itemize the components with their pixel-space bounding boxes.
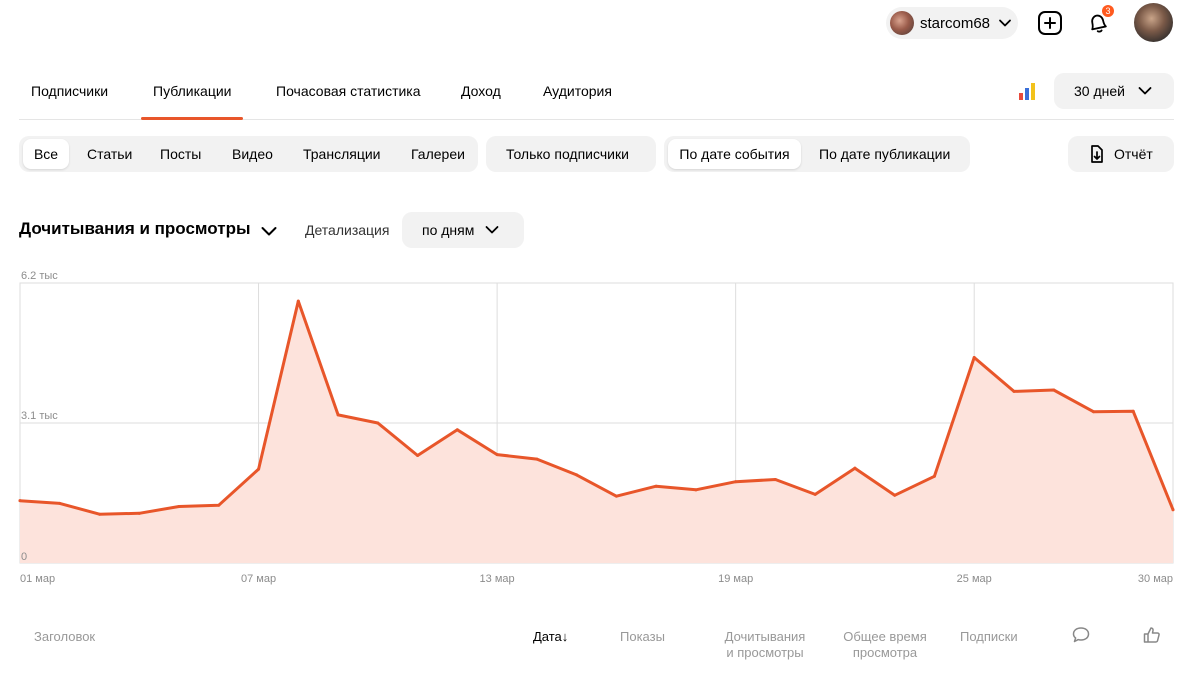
column-title[interactable]: Заголовок <box>34 629 95 645</box>
mini-avatar <box>890 11 914 35</box>
x-tick-label: 19 мар <box>718 573 753 585</box>
period-label: 30 дней <box>1074 83 1125 99</box>
filter-videos[interactable]: Видео <box>232 139 273 169</box>
column-view-time[interactable]: Общее время просмотра <box>830 629 940 661</box>
column-time-line2: просмотра <box>852 645 918 660</box>
data-point[interactable] <box>1052 388 1056 392</box>
content-type-filter: Все Статьи Посты Видео Трансляции Галере… <box>19 136 478 172</box>
views-chart: 0 3.1 тыс 6.2 тыс 01 мар 07 мар 13 мар 19 мар… <box>18 270 1175 585</box>
filter-streams[interactable]: Трансляции <box>303 139 380 169</box>
create-button[interactable] <box>1037 10 1063 36</box>
detail-select[interactable]: по дням <box>402 212 524 248</box>
date-mode-event[interactable]: По дате события <box>668 139 801 169</box>
filter-all[interactable]: Все <box>23 139 69 169</box>
data-point[interactable] <box>932 474 936 478</box>
main-tabs: Подписчики Публикации Почасовая статисти… <box>19 72 1174 120</box>
data-point[interactable] <box>1012 389 1016 393</box>
chevron-down-icon <box>1138 87 1152 95</box>
data-point[interactable] <box>58 501 62 505</box>
data-point[interactable] <box>654 484 658 488</box>
tab-audience[interactable]: Аудитория <box>543 72 612 120</box>
notification-badge: 3 <box>1102 5 1114 17</box>
subscribers-only-label: Только подписчики <box>506 146 629 162</box>
data-point[interactable] <box>336 413 340 417</box>
chart-area <box>20 301 1173 563</box>
profile-avatar[interactable] <box>1134 3 1173 42</box>
comment-icon[interactable] <box>1071 625 1091 645</box>
data-point[interactable] <box>376 421 380 425</box>
x-tick-label: 07 мар <box>241 573 276 585</box>
x-tick-label: 01 мар <box>20 573 55 585</box>
filter-galleries[interactable]: Галереи <box>411 139 465 169</box>
data-point[interactable] <box>177 505 181 509</box>
data-point[interactable] <box>972 356 976 360</box>
column-reads[interactable]: Дочитывания и просмотры <box>710 629 820 661</box>
report-button[interactable]: Отчёт <box>1068 136 1174 172</box>
data-point[interactable] <box>296 299 300 303</box>
data-point[interactable] <box>575 473 579 477</box>
tab-publications[interactable]: Публикации <box>140 72 245 120</box>
data-point[interactable] <box>535 457 539 461</box>
detail-label: Детализация <box>305 222 390 238</box>
period-select[interactable]: 30 дней <box>1054 73 1174 109</box>
data-point[interactable] <box>137 511 141 515</box>
tab-income[interactable]: Доход <box>461 72 501 120</box>
data-point[interactable] <box>18 499 22 503</box>
column-reads-line1: Дочитывания <box>724 629 806 644</box>
top-bar: starcom68 3 <box>0 0 1197 50</box>
data-point[interactable] <box>694 488 698 492</box>
account-switcher[interactable]: starcom68 <box>886 7 1018 39</box>
column-reads-line2: и просмотры <box>726 645 804 660</box>
chevron-down-icon[interactable] <box>260 222 278 240</box>
y-tick-label: 6.2 тыс <box>21 270 58 282</box>
sort-arrow-icon: ↓ <box>561 629 569 644</box>
x-axis-labels: 01 мар 07 мар 13 мар 19 мар 25 мар 30 мар <box>20 573 1173 585</box>
detail-value: по дням <box>422 222 475 238</box>
plus-square-icon <box>1038 11 1062 35</box>
data-point[interactable] <box>614 494 618 498</box>
data-point[interactable] <box>1171 508 1175 512</box>
data-point[interactable] <box>773 477 777 481</box>
account-name: starcom68 <box>920 14 991 32</box>
data-point[interactable] <box>455 428 459 432</box>
x-tick-label: 30 мар <box>1138 573 1173 585</box>
data-point[interactable] <box>98 512 102 516</box>
data-point[interactable] <box>853 466 857 470</box>
report-download-icon <box>1091 145 1103 163</box>
column-date[interactable]: Дата↓ <box>533 629 568 645</box>
data-point[interactable] <box>495 453 499 457</box>
column-time-line1: Общее время <box>843 629 927 644</box>
bar-chart-icon[interactable] <box>1018 82 1038 100</box>
x-tick-label: 13 мар <box>480 573 515 585</box>
metric-select[interactable]: Дочитывания и просмотры <box>19 219 250 239</box>
table-header: Заголовок Дата↓ Показы Дочитывания и про… <box>0 625 1197 675</box>
filter-articles[interactable]: Статьи <box>87 139 132 169</box>
column-subscriptions[interactable]: Подписки <box>960 629 1018 645</box>
filter-posts[interactable]: Посты <box>160 139 201 169</box>
data-point[interactable] <box>893 493 897 497</box>
tab-subscribers[interactable]: Подписчики <box>31 72 108 120</box>
date-mode-publication[interactable]: По дате публикации <box>819 139 950 169</box>
like-icon[interactable] <box>1142 625 1162 645</box>
y-tick-label: 3.1 тыс <box>21 410 58 422</box>
y-tick-label: 0 <box>21 551 27 563</box>
tab-hourly-stats[interactable]: Почасовая статистика <box>276 72 421 120</box>
data-point[interactable] <box>1131 409 1135 413</box>
data-point[interactable] <box>1091 410 1095 414</box>
report-label: Отчёт <box>1114 146 1153 162</box>
chevron-down-icon <box>485 226 499 234</box>
column-date-label: Дата <box>533 629 562 644</box>
date-mode-toggle: По дате события По дате публикации <box>664 136 970 172</box>
data-point[interactable] <box>217 503 221 507</box>
data-point[interactable] <box>813 492 817 496</box>
subscribers-only-filter[interactable]: Только подписчики <box>486 136 656 172</box>
data-point[interactable] <box>257 467 261 471</box>
data-point[interactable] <box>416 454 420 458</box>
data-point[interactable] <box>734 480 738 484</box>
chevron-down-icon <box>999 19 1011 27</box>
x-tick-label: 25 мар <box>957 573 992 585</box>
column-impressions[interactable]: Показы <box>620 629 665 645</box>
